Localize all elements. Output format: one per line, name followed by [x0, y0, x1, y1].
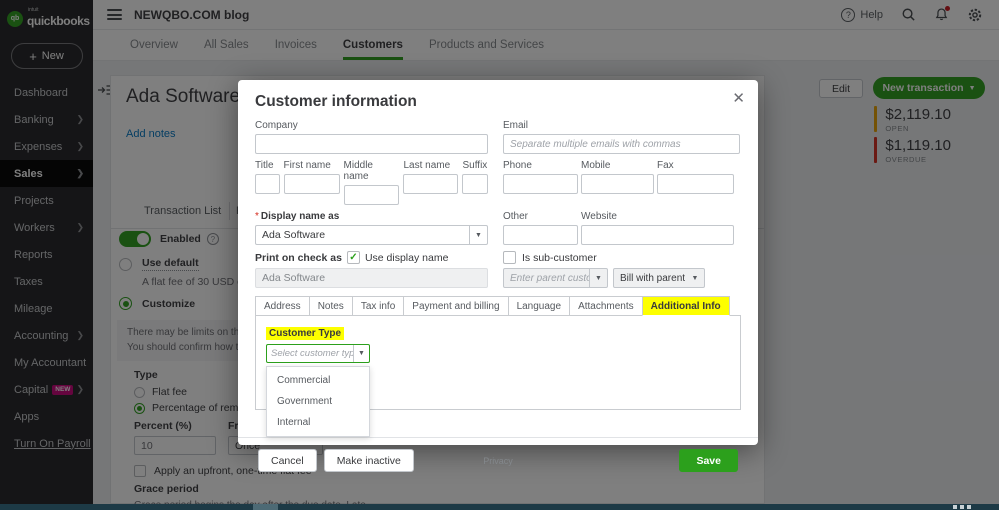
print-on-check-label: Print on check as: [255, 251, 342, 264]
title-input[interactable]: [255, 174, 280, 194]
email-label: Email: [503, 120, 529, 131]
caret-down-icon: ▼: [469, 226, 487, 244]
modal-tabs: Address Notes Tax info Payment and billi…: [255, 296, 741, 316]
last-name-label: Last name: [403, 160, 451, 171]
save-button[interactable]: Save: [679, 449, 738, 472]
company-label: Company: [255, 120, 298, 131]
fax-label: Fax: [657, 160, 674, 171]
tab-address[interactable]: Address: [255, 296, 309, 316]
tab-language[interactable]: Language: [507, 296, 570, 316]
website-label: Website: [581, 211, 617, 222]
tab-notes[interactable]: Notes: [308, 296, 352, 316]
is-sub-customer-label: Is sub-customer: [522, 251, 597, 264]
print-on-check-input: Ada Software: [255, 268, 488, 288]
caret-down-icon: ▼: [589, 269, 607, 287]
fax-input[interactable]: [657, 174, 734, 194]
bill-with-parent-select[interactable]: Bill with parent ▼: [613, 268, 705, 288]
option-internal[interactable]: Internal: [267, 412, 369, 433]
make-inactive-button[interactable]: Make inactive: [323, 449, 414, 472]
taskbar-segment: [253, 504, 278, 510]
use-display-name-checkbox[interactable]: ✓: [346, 251, 360, 264]
is-sub-customer-checkbox[interactable]: [503, 251, 516, 264]
last-name-input[interactable]: [403, 174, 459, 194]
other-label: Other: [503, 211, 529, 222]
customer-type-select[interactable]: Select customer type ▼: [266, 344, 370, 363]
mobile-label: Mobile: [581, 160, 611, 171]
company-input[interactable]: [255, 134, 488, 154]
suffix-input[interactable]: [462, 174, 488, 194]
option-commercial[interactable]: Commercial: [267, 370, 369, 391]
taskbar-strip: [0, 504, 999, 510]
first-name-label: First name: [283, 160, 331, 171]
other-input[interactable]: [503, 225, 578, 245]
mobile-input[interactable]: [581, 174, 654, 194]
tab-payment-and-billing[interactable]: Payment and billing: [403, 296, 508, 316]
middle-name-input[interactable]: [343, 185, 400, 205]
required-asterisk: *: [255, 211, 259, 222]
website-input[interactable]: [581, 225, 734, 245]
customer-information-modal: ✕ Customer information Company Email Tit…: [238, 80, 758, 472]
caret-down-icon: ▼: [353, 345, 369, 362]
use-display-name-label: Use display name: [364, 251, 449, 264]
title-label: Title: [255, 160, 274, 171]
phone-label: Phone: [503, 160, 532, 171]
option-government[interactable]: Government: [267, 391, 369, 412]
first-name-input[interactable]: [283, 174, 340, 194]
close-icon[interactable]: ✕: [732, 89, 745, 107]
check-icon: ✓: [349, 252, 358, 263]
customer-type-dropdown: Commercial Government Internal: [266, 366, 370, 437]
tab-additional-info[interactable]: Additional Info: [641, 296, 730, 316]
suffix-label: Suffix: [462, 160, 488, 171]
modal-title: Customer information: [255, 93, 417, 110]
customer-type-label: Customer Type: [266, 327, 345, 340]
additional-info-panel: Customer Type Select customer type ▼ Com…: [255, 315, 741, 437]
tab-attachments[interactable]: Attachments: [569, 296, 642, 316]
phone-input[interactable]: [503, 174, 578, 194]
cancel-button[interactable]: Cancel: [258, 449, 317, 472]
caret-down-icon: ▼: [691, 274, 699, 282]
taskbar-glyphs: [953, 505, 971, 509]
middle-name-label: Middle name: [343, 160, 373, 182]
display-name-select[interactable]: Ada Software ▼: [255, 225, 488, 245]
email-input[interactable]: [503, 134, 740, 154]
app-screen: qb intuit quickbooks + New Dashboard Ban…: [0, 0, 999, 510]
privacy-label: Privacy: [483, 455, 513, 466]
parent-customer-select[interactable]: Enter parent customer ▼: [503, 268, 608, 288]
display-name-label: Display name as: [260, 211, 340, 222]
tab-tax-info[interactable]: Tax info: [351, 296, 404, 316]
